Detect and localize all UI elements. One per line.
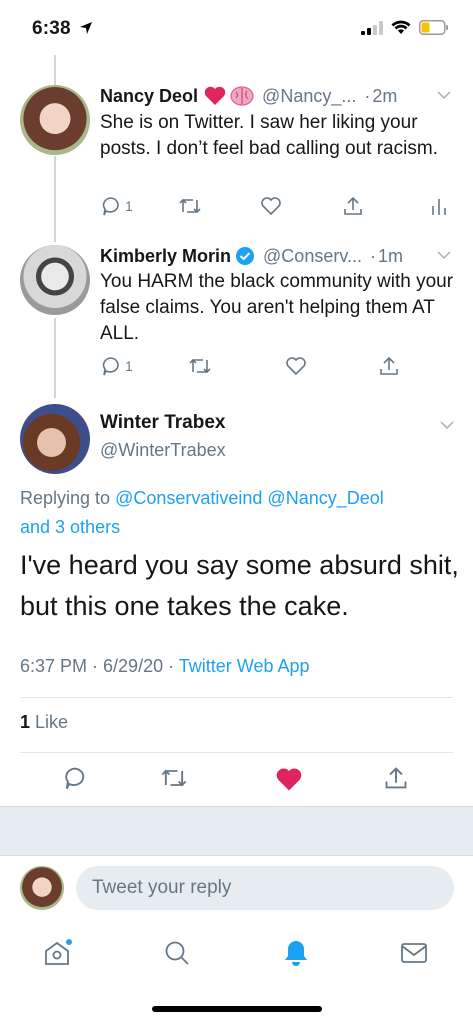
reply-bar: Tweet your reply [0,856,473,920]
divider [20,697,453,698]
retweet-icon [179,198,201,214]
tweet-nancy-deol[interactable]: Nancy Deol @Nancy_... · 2m She is on Twi… [0,82,473,232]
tweet-header: Kimberly Morin @Conserv... · 1m [100,242,453,270]
bell-icon [285,941,307,966]
brain-emoji-icon [230,86,254,106]
tweet-timestamp[interactable]: 6:37 PM · 6/29/20 · [20,656,179,676]
home-indicator [152,1006,322,1012]
chevron-down-icon[interactable] [438,416,456,434]
replying-to-handles[interactable]: @Conservativeind @Nancy_Deol [115,488,384,508]
replying-to-others[interactable]: and 3 others [20,517,120,537]
focus-tweet-actions [0,765,473,795]
cellular-signal-icon [361,20,383,35]
like-button[interactable] [285,355,307,377]
retweet-button[interactable] [188,355,212,377]
reply-button[interactable]: 1 [100,355,133,377]
author-handle[interactable]: @WinterTrabex [100,440,226,461]
author-handle[interactable]: @Nancy_... [262,86,356,107]
status-time: 6:38 [32,18,93,40]
tweet-text: I've heard you say some absurd shit, but… [20,550,459,621]
tweet-header: Nancy Deol @Nancy_... · 2m [100,82,453,110]
clock-text: 6:38 [32,18,71,39]
likes-summary[interactable]: 1 Like [20,712,68,733]
chevron-down-icon[interactable] [435,246,453,264]
chevron-down-icon[interactable] [435,86,453,104]
heart-icon [286,357,306,376]
heart-icon [261,197,281,216]
location-arrow-icon [80,22,93,34]
tweet-meta: 6:37 PM · 6/29/20 · Twitter Web App [20,656,310,677]
share-icon [380,356,398,375]
like-count: 1 [20,712,31,732]
heart-emoji-icon [204,86,226,105]
tweet-time[interactable]: 1m [378,246,403,267]
reply-count: 1 [125,358,133,374]
like-button[interactable] [260,195,282,217]
liked-heart-icon[interactable] [275,765,303,793]
section-separator [0,806,473,856]
analytics-icon [432,199,446,215]
author-name[interactable]: Kimberly Morin [100,246,231,267]
tweet-source[interactable]: Twitter Web App [179,656,310,676]
reply-icon [102,357,119,376]
like-label: Like [35,712,69,732]
reply-count: 1 [125,198,133,214]
verified-badge-icon [236,247,255,265]
search-icon [165,941,189,965]
separator-dot: · [364,85,371,106]
tweet-text: You HARM the black community with your f… [100,271,454,344]
author-handle[interactable]: @Conserv... [263,246,362,267]
analytics-button[interactable] [430,195,448,217]
replying-to-label: Replying to [20,488,111,508]
reply-icon [102,197,119,216]
retweet-icon[interactable] [160,765,188,791]
tweet-kimberly-morin[interactable]: Kimberly Morin @Conserv... · 1m You HARM… [0,242,473,392]
avatar[interactable] [20,404,90,474]
avatar [20,866,64,910]
home-icon [45,939,72,965]
share-button[interactable] [378,355,400,377]
thread-line [54,55,56,85]
author-name[interactable]: Winter Trabex [100,412,225,434]
share-icon[interactable] [383,765,409,791]
separator-dot: · [370,245,376,266]
share-button[interactable] [342,195,364,217]
reply-icon[interactable] [62,765,88,791]
reply-button[interactable]: 1 [100,195,133,217]
divider [20,752,453,753]
wifi-icon [391,20,411,34]
status-bar: 6:38 [0,0,473,52]
retweet-button[interactable] [178,195,202,217]
tab-bar [0,928,473,978]
reply-input[interactable]: Tweet your reply [76,866,454,910]
tab-home[interactable] [40,936,74,970]
tab-search[interactable] [160,936,194,970]
tab-notifications[interactable] [279,936,313,970]
replying-to: Replying to @Conservativeind @Nancy_Deol… [20,484,460,542]
battery-icon [419,20,448,35]
tweet-time[interactable]: 2m [372,86,397,107]
share-icon [344,196,362,215]
tweet-actions: 1 [100,355,460,379]
retweet-icon [189,358,211,374]
avatar[interactable] [20,245,90,315]
tweet-actions: 1 [100,195,460,219]
author-name[interactable]: Nancy Deol [100,86,198,107]
tweet-text: She is on Twitter. I saw her liking your… [100,112,438,159]
avatar[interactable] [20,85,90,155]
mail-icon [401,943,427,963]
tab-messages[interactable] [397,936,431,970]
